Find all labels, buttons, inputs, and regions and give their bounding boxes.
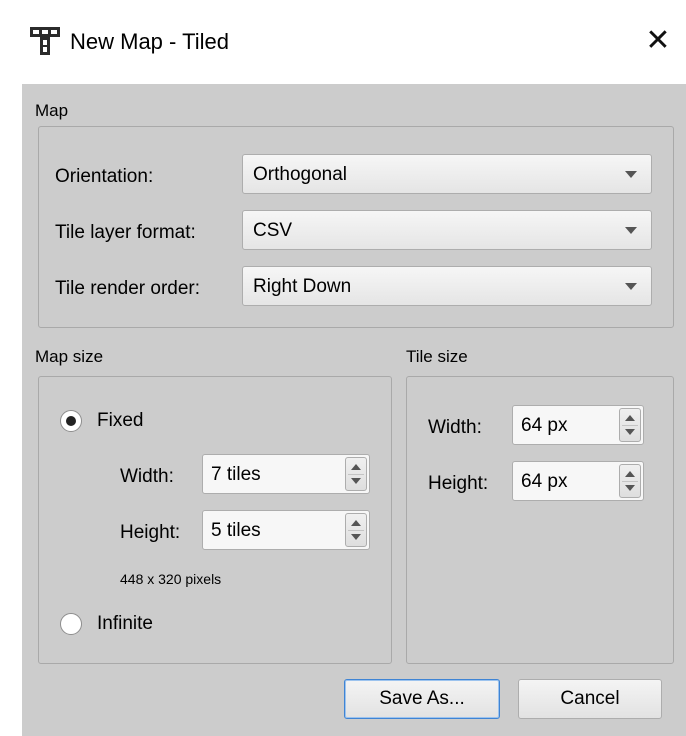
map-size-group-box: Fixed Width: 7 tiles Height: 5 tiles 448…	[38, 376, 392, 664]
tile-size-group-box: Width: 64 px Height: 64 px	[406, 376, 674, 664]
map-group-title: Map	[35, 101, 69, 120]
tile-width-spinbox[interactable]: 64 px	[512, 405, 644, 445]
map-height-stepper[interactable]	[345, 513, 367, 547]
arrow-up-icon	[351, 464, 361, 470]
orientation-label: Orientation:	[55, 166, 154, 187]
arrow-down-icon	[625, 429, 635, 435]
tile-height-label: Height:	[428, 473, 489, 494]
dialog-body: Map Orientation: Orthogonal Tile layer f…	[22, 84, 686, 736]
arrow-up-icon	[625, 471, 635, 477]
tile-width-stepper[interactable]	[619, 408, 641, 442]
cancel-button[interactable]: Cancel	[518, 679, 662, 719]
tile-height-spinbox[interactable]: 64 px	[512, 461, 644, 501]
arrow-up-icon	[625, 415, 635, 421]
arrow-down-icon	[625, 485, 635, 491]
orientation-select[interactable]: Orthogonal	[242, 154, 652, 194]
stepper-divider	[622, 425, 638, 426]
tiled-logo-icon	[30, 27, 60, 55]
tile-size-group-title: Tile size	[406, 347, 468, 366]
tile-layer-format-select[interactable]: CSV	[242, 210, 652, 250]
map-width-stepper[interactable]	[345, 457, 367, 491]
stepper-divider	[348, 474, 364, 475]
map-height-spinbox[interactable]: 5 tiles	[202, 510, 370, 550]
close-button[interactable]: ✕	[630, 10, 686, 70]
map-height-label: Height:	[120, 522, 181, 543]
arrow-down-icon	[351, 534, 361, 540]
map-group-box: Orientation: Orthogonal Tile layer forma…	[38, 126, 674, 328]
tile-render-order-select[interactable]: Right Down	[242, 266, 652, 306]
map-width-spinbox[interactable]: 7 tiles	[202, 454, 370, 494]
map-size-group-title: Map size	[35, 347, 104, 366]
tile-width-label: Width:	[428, 417, 482, 438]
tile-layer-format-label: Tile layer format:	[55, 222, 196, 243]
chevron-down-icon	[625, 227, 637, 234]
fixed-label: Fixed	[97, 410, 144, 431]
tile-height-value: 64 px	[521, 471, 568, 492]
infinite-label: Infinite	[97, 613, 153, 634]
infinite-radio[interactable]	[60, 613, 82, 635]
tile-height-stepper[interactable]	[619, 464, 641, 498]
radio-selected-dot	[66, 416, 76, 426]
close-icon: ✕	[645, 23, 671, 57]
map-width-label: Width:	[120, 466, 174, 487]
pixel-size-note: 448 x 320 pixels	[120, 571, 222, 587]
title-bar: New Map - Tiled ✕	[0, 0, 686, 84]
stepper-divider	[622, 481, 638, 482]
chevron-down-icon	[625, 283, 637, 290]
fixed-radio[interactable]	[60, 410, 82, 432]
tile-layer-format-value: CSV	[253, 220, 293, 241]
chevron-down-icon	[625, 171, 637, 178]
arrow-down-icon	[351, 478, 361, 484]
tile-render-order-value: Right Down	[253, 276, 352, 297]
save-as-button[interactable]: Save As...	[344, 679, 500, 719]
tile-render-order-label: Tile render order:	[55, 278, 201, 299]
stepper-divider	[348, 530, 364, 531]
map-width-value: 7 tiles	[211, 464, 261, 485]
arrow-up-icon	[351, 520, 361, 526]
tile-width-value: 64 px	[521, 415, 568, 436]
map-height-value: 5 tiles	[211, 520, 261, 541]
window-title: New Map - Tiled	[70, 29, 229, 54]
orientation-value: Orthogonal	[253, 164, 348, 185]
